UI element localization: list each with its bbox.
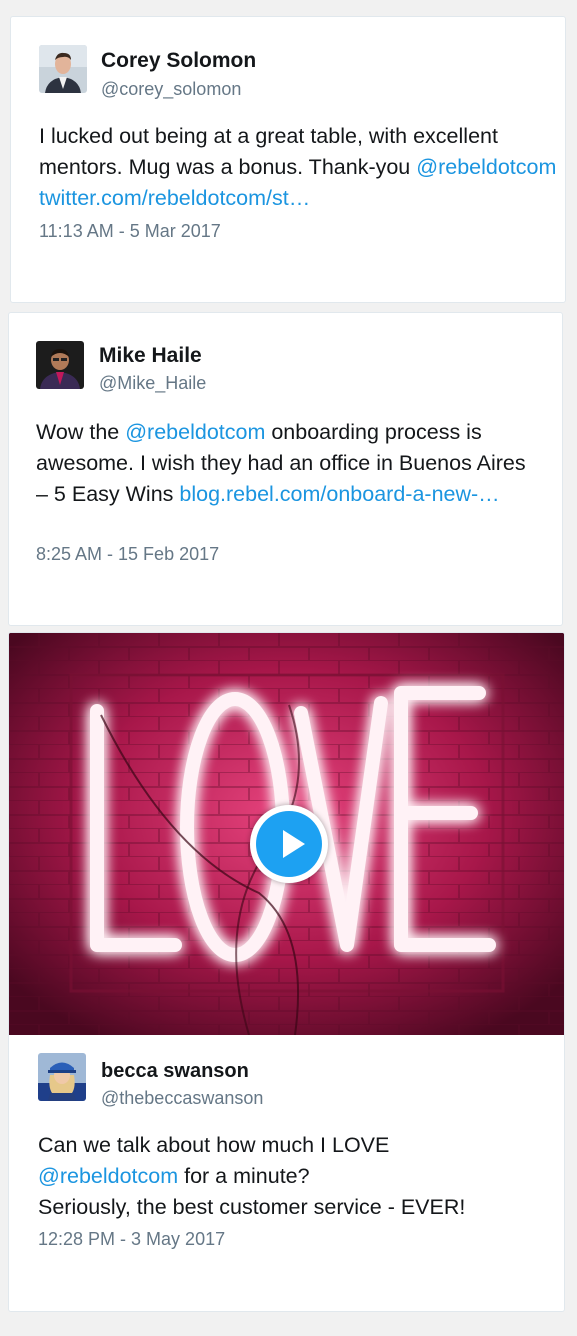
avatar[interactable] — [38, 1053, 86, 1101]
tweet-timestamp[interactable]: 12:28 PM - 3 May 2017 — [38, 1228, 225, 1250]
tweet-text: I lucked out being at a great table, wit… — [39, 121, 559, 214]
tweet-text: Can we talk about how much I LOVE @rebel… — [38, 1130, 558, 1223]
tweet-text-line: for a minute? — [178, 1164, 310, 1188]
mention-link[interactable]: @rebeldotcom — [125, 420, 265, 444]
avatar[interactable] — [36, 341, 84, 389]
play-icon[interactable] — [256, 811, 322, 877]
tweet-timestamp[interactable]: 11:13 AM - 5 Mar 2017 — [39, 220, 221, 242]
mention-link[interactable]: @rebeldotcom — [416, 155, 556, 179]
user-name[interactable]: Mike Haile — [99, 344, 202, 368]
tweet-text-line: Seriously, the best customer service - E… — [38, 1195, 466, 1219]
tweet-text-line: Can we talk about how much I LOVE — [38, 1133, 390, 1157]
tweet-text-before: Wow the — [36, 420, 126, 444]
url-link[interactable]: blog.rebel.com/onboard-a-new-… — [179, 482, 499, 506]
video-thumbnail[interactable] — [9, 633, 564, 1035]
avatar[interactable] — [39, 45, 87, 93]
tweet-card[interactable]: Mike Haile @Mike_Haile Wow the @rebeldot… — [8, 312, 563, 626]
tweet-card[interactable]: Corey Solomon @corey_solomon I lucked ou… — [10, 16, 566, 303]
user-handle[interactable]: @corey_solomon — [101, 78, 241, 100]
url-link[interactable]: twitter.com/rebeldotcom/st… — [39, 186, 310, 210]
user-name[interactable]: Corey Solomon — [101, 49, 256, 73]
play-button[interactable] — [250, 805, 328, 883]
mention-link[interactable]: @rebeldotcom — [38, 1164, 178, 1188]
user-handle[interactable]: @Mike_Haile — [99, 372, 206, 394]
tweet-timestamp[interactable]: 8:25 AM - 15 Feb 2017 — [36, 543, 219, 565]
user-name[interactable]: becca swanson — [101, 1059, 249, 1083]
user-handle[interactable]: @thebeccaswanson — [101, 1087, 263, 1109]
tweet-text: Wow the @rebeldotcom onboarding process … — [36, 417, 541, 510]
tweet-card[interactable]: becca swanson @thebeccaswanson Can we ta… — [8, 632, 565, 1312]
